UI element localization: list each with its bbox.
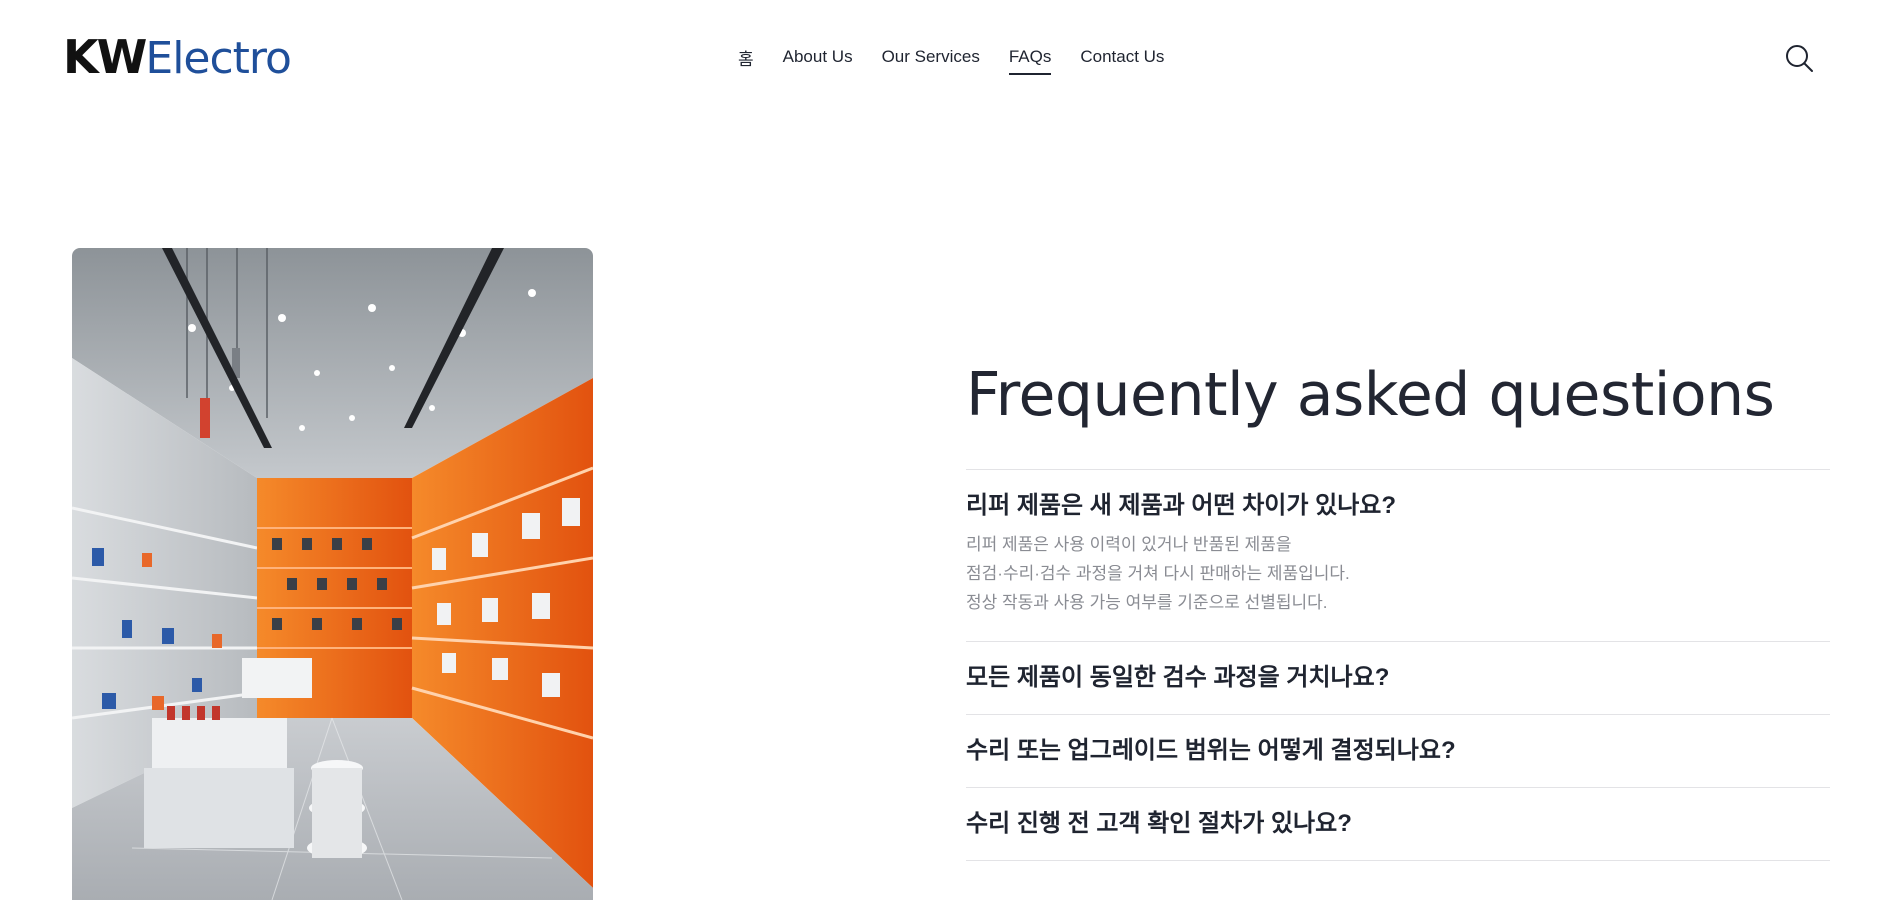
main-nav: 홈 About Us Our Services FAQs Contact Us [738, 44, 1164, 75]
faq-section: Frequently asked questions 리퍼 제품은 새 제품과 … [966, 355, 1830, 861]
faq-question[interactable]: 모든 제품이 동일한 검수 과정을 거치나요? [966, 662, 1830, 694]
logo-kw-text: KW [63, 30, 147, 84]
faq-item[interactable]: 수리 또는 업그레이드 범위는 어떻게 결정되나요? [966, 715, 1830, 788]
faq-answer-line: 정상 작동과 사용 가능 여부를 기준으로 선별됩니다. [966, 593, 1328, 612]
faq-answer: 리퍼 제품은 사용 이력이 있거나 반품된 제품을 점검·수리·검수 과정을 거… [966, 530, 1830, 621]
faq-question[interactable]: 수리 진행 전 고객 확인 절차가 있나요? [966, 808, 1830, 840]
nav-about-us[interactable]: About Us [783, 47, 853, 67]
faq-item[interactable]: 수리 진행 전 고객 확인 절차가 있나요? [966, 788, 1830, 861]
faq-list: 리퍼 제품은 새 제품과 어떤 차이가 있나요? 리퍼 제품은 사용 이력이 있… [966, 469, 1830, 861]
site-logo[interactable]: KW Electro [63, 30, 292, 84]
nav-contact-us[interactable]: Contact Us [1080, 47, 1164, 67]
faq-answer-line: 점검·수리·검수 과정을 거쳐 다시 판매하는 제품입니다. [966, 564, 1350, 583]
search-button[interactable] [1783, 42, 1815, 74]
nav-faqs[interactable]: FAQs [1008, 47, 1051, 75]
logo-electro-text: Electro [145, 33, 292, 84]
nav-our-services[interactable]: Our Services [882, 47, 980, 67]
search-icon [1786, 45, 1813, 72]
faq-title: Frequently asked questions [966, 360, 1775, 430]
site-header: KW Electro 홈 About Us Our Services FAQs … [0, 0, 1900, 112]
faq-answer-line: 리퍼 제품은 사용 이력이 있거나 반품된 제품을 [966, 535, 1292, 554]
store-interior-illustration [72, 248, 593, 900]
faq-item[interactable]: 모든 제품이 동일한 검수 과정을 거치나요? [966, 642, 1830, 715]
nav-home[interactable]: 홈 [738, 45, 754, 70]
store-interior-image [72, 248, 593, 900]
faq-question[interactable]: 수리 또는 업그레이드 범위는 어떻게 결정되나요? [966, 735, 1830, 767]
faq-question[interactable]: 리퍼 제품은 새 제품과 어떤 차이가 있나요? [966, 490, 1830, 522]
faq-item[interactable]: 리퍼 제품은 새 제품과 어떤 차이가 있나요? 리퍼 제품은 사용 이력이 있… [966, 470, 1830, 642]
